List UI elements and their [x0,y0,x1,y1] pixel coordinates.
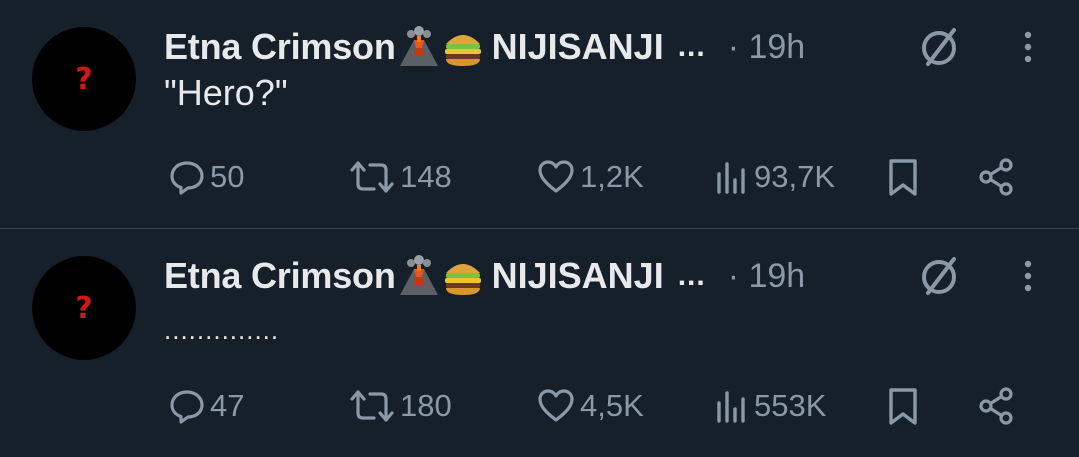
reply-icon [170,161,204,195]
views-count: 93,7K [754,159,836,194]
reply-count: 47 [210,388,245,423]
burger-emoji-icon [444,35,481,66]
retweet-button[interactable]: 148 [348,152,452,202]
action-bar: 50 148 1,2K 93,7K [168,152,1048,202]
reply-button[interactable]: 50 [168,152,244,202]
author-name[interactable]: Etna Crimson [164,255,396,297]
name-truncation: ... [677,259,706,292]
timestamp[interactable]: · 19h [728,257,806,296]
like-button[interactable]: 4,5K [536,381,644,431]
burger-emoji-icon [444,264,481,295]
views-count: 553K [754,388,827,423]
share-icon [979,387,1013,425]
bookmark-icon [889,388,917,425]
views-icon [717,391,745,423]
share-button[interactable] [976,152,1016,202]
reply-button[interactable]: 47 [168,381,244,431]
name-truncation: ... [677,30,706,63]
like-count: 1,2K [580,159,644,194]
bookmark-button[interactable] [884,152,922,202]
volcano-emoji-icon [399,26,438,66]
avatar-glyph: ? [75,290,93,326]
like-icon [538,389,574,422]
retweet-button[interactable]: 180 [348,381,452,431]
tweet-text: "Hero?" [164,72,288,113]
tweet[interactable]: ? Etna Crimson NIJISANJI ... · 19h [0,229,1079,457]
share-icon [979,158,1013,196]
tweet-header: Etna Crimson NIJISANJI ... · 19h [164,251,1064,301]
reply-icon [170,390,204,424]
grok-icon[interactable] [916,253,962,299]
share-button[interactable] [976,381,1016,431]
retweet-icon [350,161,394,193]
author-org[interactable]: NIJISANJI [492,26,664,68]
author-name[interactable]: Etna Crimson [164,26,396,68]
retweet-icon [350,390,394,422]
tweet[interactable]: ? Etna Crimson NIJISANJI ... · 19h [0,0,1079,228]
like-button[interactable]: 1,2K [536,152,644,202]
tweet-text: .............. [164,315,280,345]
retweet-count: 148 [400,159,452,194]
views-button[interactable]: 553K [714,381,826,431]
retweet-count: 180 [400,388,452,423]
like-icon [538,160,574,193]
avatar[interactable]: ? [32,27,136,131]
avatar-glyph: ? [75,61,93,97]
volcano-emoji-icon [399,255,438,295]
views-button[interactable]: 93,7K [714,152,835,202]
grok-icon[interactable] [916,24,962,70]
more-icon[interactable] [1016,259,1040,293]
avatar[interactable]: ? [32,256,136,360]
action-bar: 47 180 4,5K 553K [168,381,1048,431]
bookmark-button[interactable] [884,381,922,431]
views-icon [717,162,745,194]
bookmark-icon [889,159,917,196]
reply-count: 50 [210,159,245,194]
timestamp[interactable]: · 19h [728,28,806,67]
tweet-header: Etna Crimson NIJISANJI ... · 19h [164,22,1064,72]
more-icon[interactable] [1016,30,1040,64]
author-org[interactable]: NIJISANJI [492,255,664,297]
like-count: 4,5K [580,388,644,423]
